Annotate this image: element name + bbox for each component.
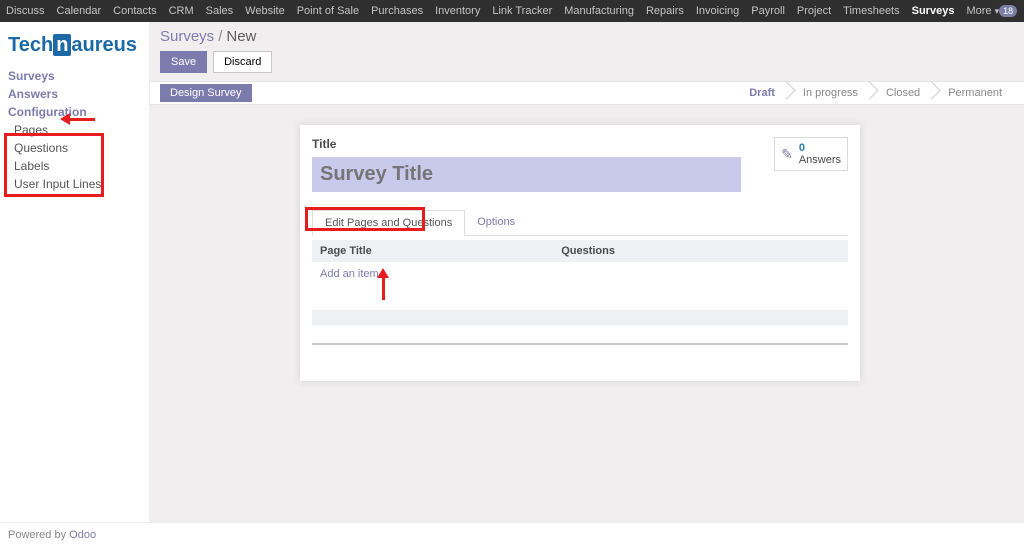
menu-calendar[interactable]: Calendar — [57, 5, 102, 17]
form-canvas: Title ✎ 0 Answers Edit Pages and Questio… — [150, 105, 1024, 522]
menu-purchases[interactable]: Purchases — [371, 5, 423, 17]
sidebar-item-labels[interactable]: Labels — [8, 157, 141, 175]
menu-manufacturing[interactable]: Manufacturing — [564, 5, 634, 17]
breadcrumb-root[interactable]: Surveys — [160, 28, 214, 45]
sidebar-item-questions[interactable]: Questions — [8, 139, 141, 157]
menu-contacts[interactable]: Contacts — [113, 5, 156, 17]
answers-counter-button[interactable]: ✎ 0 Answers — [774, 137, 848, 171]
annotation-arrow-add-item — [380, 270, 388, 300]
tab-edit-pages[interactable]: Edit Pages and Questions — [312, 210, 465, 236]
stage-closed[interactable]: Closed — [870, 81, 932, 105]
status-stages: Draft In progress Closed Permanent — [733, 81, 1014, 105]
menu-invoicing[interactable]: Invoicing — [696, 5, 739, 17]
topbar-right: 18 21 🐞 Administrator (test) — [999, 4, 1024, 18]
menu-inventory[interactable]: Inventory — [435, 5, 480, 17]
menu-more[interactable]: More ▾ — [966, 5, 999, 17]
stage-draft[interactable]: Draft — [733, 81, 787, 105]
stage-permanent[interactable]: Permanent — [932, 81, 1014, 105]
menu-repairs[interactable]: Repairs — [646, 5, 684, 17]
menu-website[interactable]: Website — [245, 5, 285, 17]
answers-count: 0 — [799, 142, 841, 154]
footer-odoo-link[interactable]: Odoo — [69, 529, 96, 541]
logo: Technaureus — [8, 28, 141, 67]
save-button[interactable]: Save — [160, 51, 207, 73]
status-bar: Design Survey Draft In progress Closed P… — [150, 81, 1024, 105]
pages-grid: Page Title Questions Add an item — [312, 240, 848, 351]
answers-label: Answers — [799, 154, 841, 166]
menu-discuss[interactable]: Discuss — [6, 5, 45, 17]
survey-title-input[interactable] — [312, 157, 741, 192]
menu-pos[interactable]: Point of Sale — [297, 5, 359, 17]
messaging-badge[interactable]: 18 — [999, 5, 1017, 17]
top-navbar: Discuss Calendar Contacts CRM Sales Webs… — [0, 0, 1024, 22]
stage-in-progress[interactable]: In progress — [787, 81, 870, 105]
tab-options[interactable]: Options — [465, 210, 527, 235]
breadcrumb-current: New — [226, 28, 256, 45]
design-survey-button[interactable]: Design Survey — [160, 84, 252, 102]
sidebar-item-surveys[interactable]: Surveys — [8, 67, 141, 85]
form-sheet: Title ✎ 0 Answers Edit Pages and Questio… — [300, 125, 860, 381]
form-tabs: Edit Pages and Questions Options — [312, 210, 848, 236]
menu-project[interactable]: Project — [797, 5, 831, 17]
annotation-arrow-sidebar — [65, 115, 100, 123]
breadcrumb-separator: / — [218, 28, 222, 45]
edit-icon: ✎ — [781, 146, 793, 163]
footer: Powered by Odoo — [0, 522, 1024, 547]
sidebar-item-answers[interactable]: Answers — [8, 85, 141, 103]
top-menu: Discuss Calendar Contacts CRM Sales Webs… — [6, 5, 999, 17]
menu-sales[interactable]: Sales — [206, 5, 234, 17]
footer-prefix: Powered by — [8, 529, 69, 541]
menu-link-tracker[interactable]: Link Tracker — [492, 5, 552, 17]
main-area: Surveys / New Save Discard Design Survey… — [150, 22, 1024, 522]
menu-crm[interactable]: CRM — [169, 5, 194, 17]
menu-payroll[interactable]: Payroll — [751, 5, 785, 17]
action-buttons: Save Discard — [150, 47, 1024, 81]
add-an-item-link[interactable]: Add an item — [312, 262, 553, 286]
sidebar: Technaureus Surveys Answers Configuratio… — [0, 22, 150, 522]
col-page-title: Page Title — [312, 240, 553, 262]
sidebar-item-pages[interactable]: Pages — [8, 121, 141, 139]
menu-surveys[interactable]: Surveys — [912, 5, 955, 17]
breadcrumb: Surveys / New — [150, 22, 1024, 47]
discard-button[interactable]: Discard — [213, 51, 272, 73]
menu-timesheets[interactable]: Timesheets — [843, 5, 899, 17]
title-label: Title — [312, 137, 764, 151]
col-questions: Questions — [553, 240, 848, 262]
sidebar-item-user-input-lines[interactable]: User Input Lines — [8, 175, 141, 193]
